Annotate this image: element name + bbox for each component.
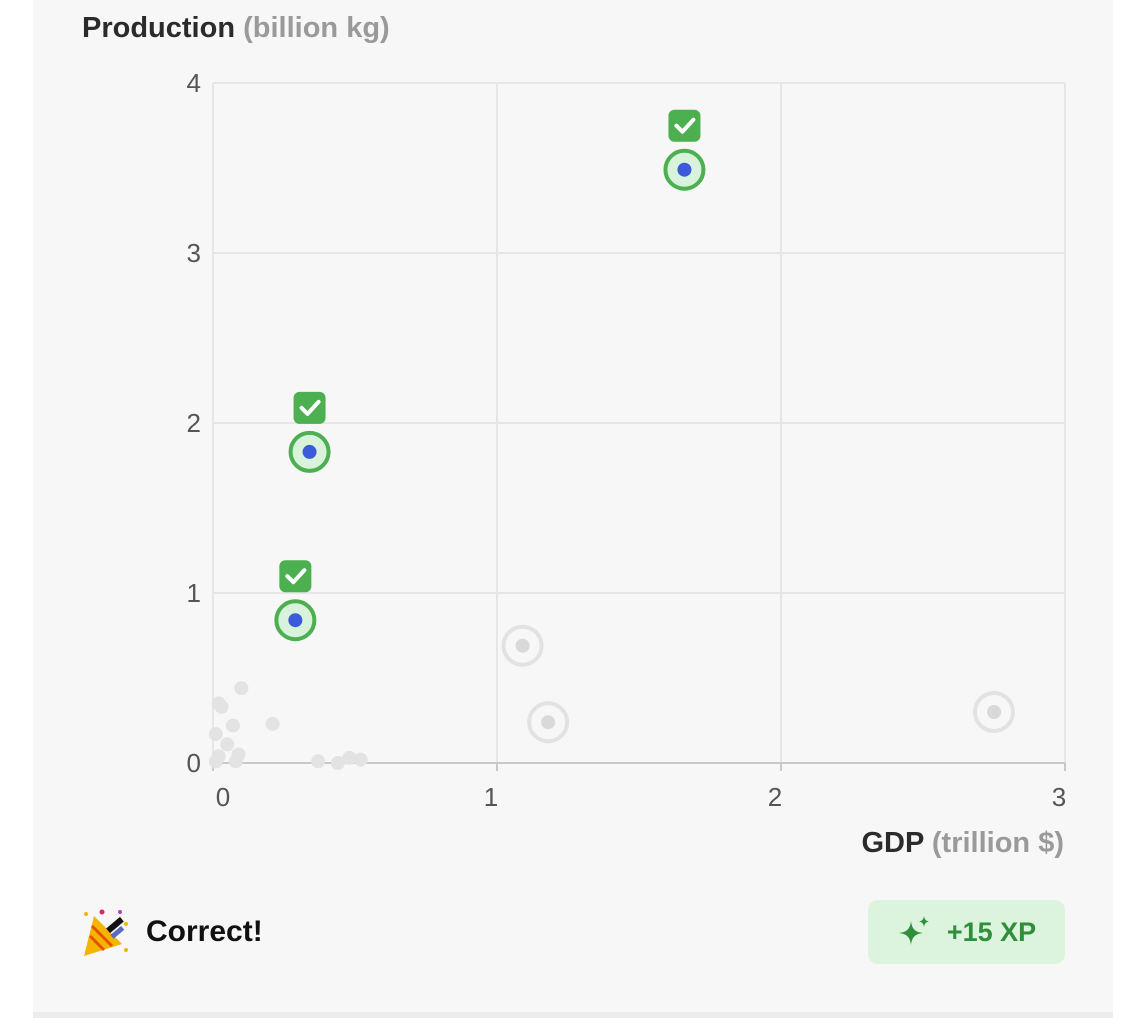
background-point (353, 752, 368, 767)
background-point (225, 718, 240, 733)
x-tick-label: 2 (768, 782, 782, 812)
correct-point-dot (677, 162, 692, 177)
check-badge (279, 560, 312, 593)
y-tick-label: 0 (187, 748, 201, 778)
background-point (311, 754, 326, 769)
unselected-point-dot (515, 638, 530, 653)
unselected-point-dot (987, 705, 1001, 719)
party-popper-icon (84, 909, 128, 956)
check-badge (293, 391, 326, 424)
x-tick-label: 0 (216, 782, 230, 812)
sparkle-icon (898, 916, 929, 945)
x-axis-label: GDP (861, 827, 924, 859)
background-point (214, 699, 229, 714)
background-point (265, 716, 280, 731)
check-badge (668, 109, 701, 142)
scatter-plot: 0 1 2 3 0 1 2 3 4 (187, 68, 1067, 812)
x-axis-unit: (trillion $) (931, 827, 1064, 859)
unselected-point-dot (541, 715, 556, 730)
y-tick-label: 4 (187, 68, 201, 98)
y-tick-label: 1 (187, 578, 201, 608)
feedback-row: Correct! (80, 906, 263, 958)
feedback-message: Correct! (146, 915, 263, 948)
x-tick-label: 3 (1052, 782, 1066, 812)
correct-point-dot (302, 444, 317, 459)
background-point (234, 681, 249, 696)
y-tick-label: 3 (187, 238, 201, 268)
panel-bottom-border (33, 1012, 1113, 1018)
xp-badge: +15 XP (868, 900, 1065, 964)
x-tick-label: 1 (484, 782, 498, 812)
background-point (220, 737, 235, 752)
x-axis-title: GDP (trillion $) (862, 827, 1065, 860)
background-point (208, 727, 223, 742)
y-tick-label: 2 (187, 408, 201, 438)
background-point (208, 754, 223, 769)
background-point (228, 754, 243, 769)
correct-point-dot (288, 613, 303, 628)
xp-label: +15 XP (946, 916, 1037, 947)
